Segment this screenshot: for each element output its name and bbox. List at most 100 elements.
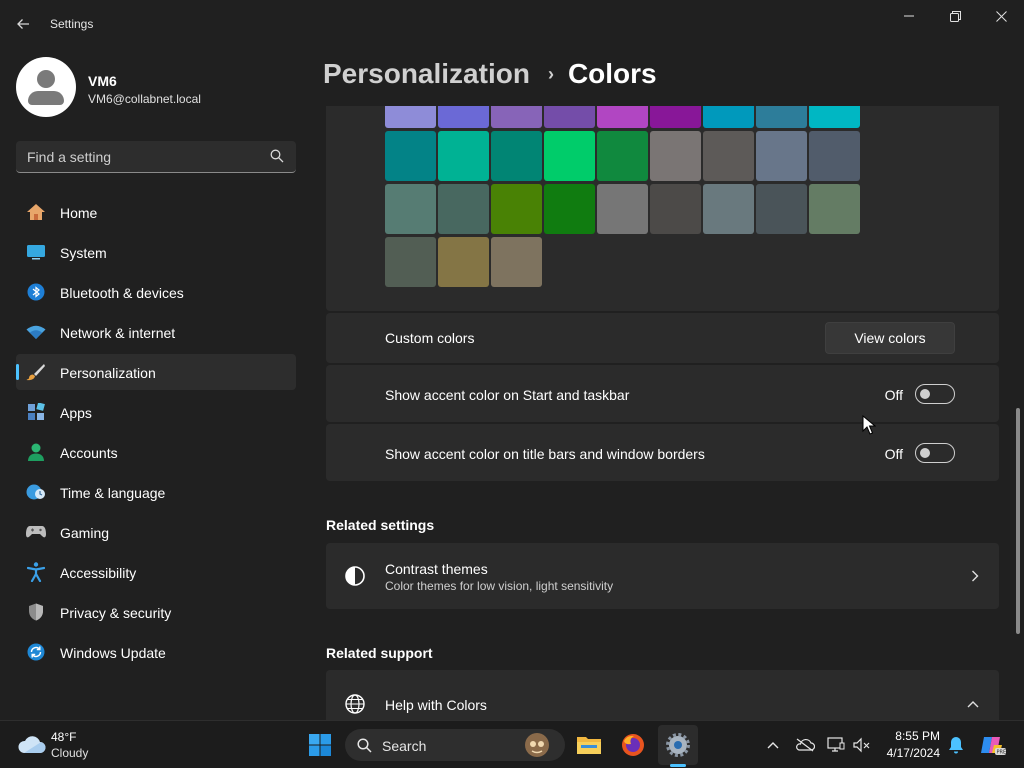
profile-email: VM6@collabnet.local <box>88 92 201 106</box>
firefox-button[interactable] <box>613 725 653 765</box>
accent-color-swatch[interactable] <box>544 106 595 128</box>
contrast-themes-link[interactable]: Contrast themes Color themes for low vis… <box>326 543 999 609</box>
accent-color-swatch[interactable] <box>809 131 860 181</box>
toggle-state-label: Off <box>884 387 903 403</box>
breadcrumb: Personalization › Colors <box>323 58 657 90</box>
notification-button[interactable] <box>946 735 966 755</box>
help-with-colors-expander[interactable]: Help with Colors <box>326 670 999 720</box>
onedrive-tray[interactable] <box>795 735 815 755</box>
accent-color-swatch[interactable] <box>809 184 860 234</box>
display-tray[interactable] <box>826 735 846 755</box>
gaming-icon <box>26 523 46 541</box>
close-button[interactable] <box>978 0 1024 32</box>
display-icon <box>827 737 845 752</box>
weather-condition: Cloudy <box>51 746 89 760</box>
accessibility-icon <box>26 562 46 582</box>
sidebar-item-apps[interactable]: Apps <box>16 394 296 430</box>
settings-app-button[interactable] <box>658 725 698 765</box>
accent-color-swatch[interactable] <box>491 237 542 287</box>
breadcrumb-separator: › <box>547 63 554 84</box>
vertical-scrollbar[interactable] <box>1016 408 1020 634</box>
sidebar-item-home[interactable]: Home <box>16 194 296 230</box>
user-profile[interactable]: VM6 VM6@collabnet.local <box>16 57 296 117</box>
sidebar-item-label: Network & internet <box>60 325 176 341</box>
accent-color-swatch[interactable] <box>438 184 489 234</box>
restore-button[interactable] <box>932 0 978 32</box>
accent-color-swatch[interactable] <box>491 184 542 234</box>
accent-color-swatch[interactable] <box>385 184 436 234</box>
sidebar-item-time-language[interactable]: Time & language <box>16 474 296 510</box>
accent-color-swatch[interactable] <box>491 131 542 181</box>
sidebar-item-privacy-security[interactable]: Privacy & security <box>16 594 296 630</box>
mouse-cursor-icon <box>862 415 876 435</box>
accent-color-swatch[interactable] <box>385 106 436 128</box>
related-settings-heading: Related settings <box>326 517 435 533</box>
sidebar-item-system[interactable]: System <box>16 234 296 270</box>
accent-color-swatch[interactable] <box>438 131 489 181</box>
title-bar: Settings <box>0 0 1024 48</box>
accent-color-swatch[interactable] <box>385 237 436 287</box>
sidebar-item-windows-update[interactable]: Windows Update <box>16 634 296 670</box>
sidebar-item-label: Personalization <box>60 365 156 381</box>
search-highlight-icon <box>525 733 549 757</box>
profile-name: VM6 <box>88 73 117 89</box>
search-input[interactable] <box>16 141 256 172</box>
accent-color-swatch[interactable] <box>756 106 807 128</box>
search-icon[interactable] <box>270 149 284 163</box>
sidebar-nav: Home System Bluetooth & devices Network … <box>16 194 296 674</box>
page-title: Colors <box>567 58 657 89</box>
sidebar-item-label: Accounts <box>60 445 118 461</box>
accent-color-swatch[interactable] <box>650 184 701 234</box>
copilot-button[interactable]: PRE <box>981 732 1007 758</box>
sidebar-item-accessibility[interactable]: Accessibility <box>16 554 296 590</box>
accent-title-bars-row: Show accent color on title bars and wind… <box>326 424 999 481</box>
accent-start-taskbar-toggle[interactable] <box>915 384 955 404</box>
taskbar-search[interactable]: Search <box>345 729 565 761</box>
weather-temperature: 48°F <box>51 730 77 744</box>
volume-tray[interactable] <box>852 735 872 755</box>
sidebar-item-personalization[interactable]: Personalization <box>16 354 296 390</box>
accent-color-swatch[interactable] <box>544 184 595 234</box>
accent-color-swatch[interactable] <box>650 106 701 128</box>
sidebar-item-network[interactable]: Network & internet <box>16 314 296 350</box>
back-arrow-icon <box>17 19 29 29</box>
accent-color-swatch[interactable] <box>809 106 860 128</box>
show-hidden-icons-button[interactable] <box>763 735 783 755</box>
file-explorer-button[interactable] <box>569 725 609 765</box>
accent-color-swatch[interactable] <box>703 184 754 234</box>
accent-title-bars-toggle[interactable] <box>915 443 955 463</box>
accent-color-swatch[interactable] <box>491 106 542 128</box>
accent-color-swatch[interactable] <box>703 131 754 181</box>
bluetooth-icon <box>26 283 46 301</box>
sidebar-item-label: Gaming <box>60 525 110 541</box>
related-support-heading: Related support <box>326 645 433 661</box>
accent-color-swatch[interactable] <box>597 106 648 128</box>
chevron-up-icon[interactable] <box>967 700 979 708</box>
brush-icon <box>26 363 46 381</box>
accent-color-swatch[interactable] <box>544 131 595 181</box>
accent-color-swatch[interactable] <box>756 184 807 234</box>
accent-color-swatch[interactable] <box>597 184 648 234</box>
accent-color-swatch[interactable] <box>385 131 436 181</box>
accent-color-swatch[interactable] <box>703 106 754 128</box>
toggle-state-label: Off <box>884 446 903 462</box>
chevron-up-icon <box>767 742 779 749</box>
view-colors-button[interactable]: View colors <box>825 322 955 354</box>
start-button[interactable] <box>300 725 340 765</box>
copilot-icon: PRE <box>981 737 1006 756</box>
sidebar-item-label: Bluetooth & devices <box>60 285 184 301</box>
accent-color-swatch[interactable] <box>438 237 489 287</box>
back-button[interactable] <box>8 10 38 38</box>
clock-date[interactable]: 4/17/2024 <box>887 746 940 760</box>
sidebar-item-accounts[interactable]: Accounts <box>16 434 296 470</box>
breadcrumb-parent[interactable]: Personalization <box>323 58 530 90</box>
accent-color-swatch[interactable] <box>650 131 701 181</box>
accent-color-swatch[interactable] <box>597 131 648 181</box>
sidebar-item-gaming[interactable]: Gaming <box>16 514 296 550</box>
minimize-button[interactable] <box>886 0 932 32</box>
sidebar-item-bluetooth[interactable]: Bluetooth & devices <box>16 274 296 310</box>
clock-time[interactable]: 8:55 PM <box>895 729 940 743</box>
restore-icon <box>949 10 961 22</box>
accent-color-swatch[interactable] <box>756 131 807 181</box>
accent-color-swatch[interactable] <box>438 106 489 128</box>
